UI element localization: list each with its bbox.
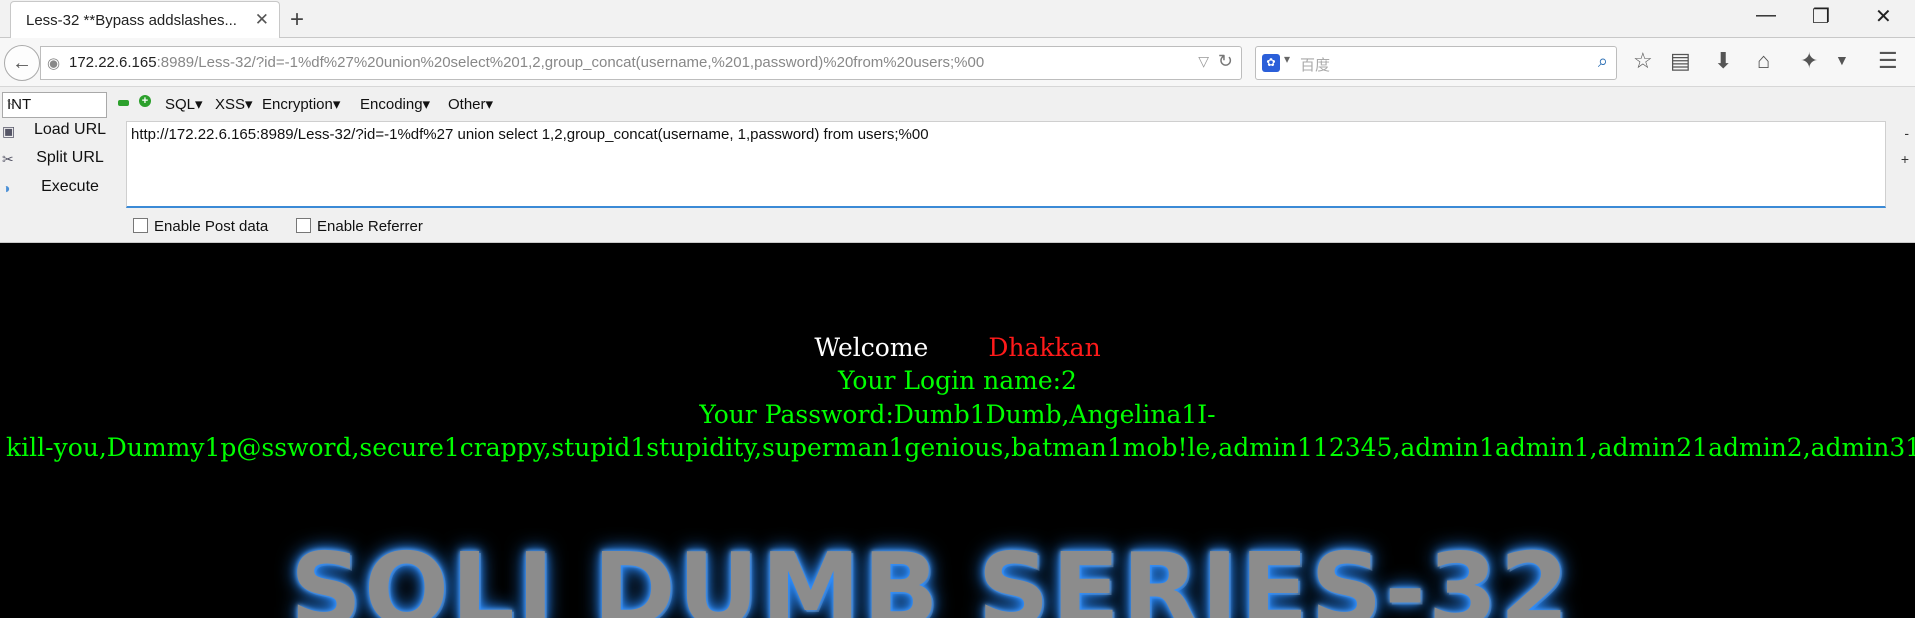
extension-dropdown-icon[interactable]: ▼: [1835, 52, 1849, 68]
username-text: Dhakkan: [988, 333, 1101, 362]
browser-tab[interactable]: Less-32 **Bypass addslashes... ✕: [10, 1, 280, 38]
increase-icon[interactable]: +: [139, 95, 151, 107]
load-url-label: Load URL: [33, 121, 107, 138]
checkbox-box[interactable]: [133, 218, 148, 233]
url-textarea-value: http://172.22.6.165:8989/Less-32/?id=-1%…: [131, 126, 929, 143]
url-path: :8989/Less-32/?id=-1%df%27%20union%20sel…: [156, 54, 985, 71]
login-name-line: Your Login name:2: [838, 366, 1077, 395]
site-info-icon[interactable]: ◉: [47, 54, 60, 72]
enable-referrer-label: Enable Referrer: [317, 218, 423, 235]
hackbar-panel: INT ⌵ + SQL▾ XSS▾ Encryption▾ Encoding▾ …: [0, 87, 1915, 243]
minimize-button[interactable]: —: [1756, 4, 1776, 27]
search-placeholder: 百度: [1300, 57, 1331, 74]
downloads-icon[interactable]: ⬇: [1714, 48, 1732, 74]
navigation-bar: ← ◉ 172.22.6.165:8989/Less-32/?id=-1%df%…: [0, 38, 1915, 87]
enable-referrer-checkbox[interactable]: Enable Referrer: [296, 218, 423, 235]
history-dropdown-icon[interactable]: ▽: [1198, 53, 1209, 70]
shrink-button[interactable]: -: [1904, 125, 1909, 141]
welcome-text: Welcome: [814, 333, 929, 362]
expand-button[interactable]: +: [1901, 151, 1909, 167]
menu-hamburger-icon[interactable]: ☰: [1878, 48, 1898, 74]
url-host: 172.22.6.165: [69, 54, 157, 71]
tab-strip: Less-32 **Bypass addslashes... ✕ + — ❐ ✕: [0, 0, 1915, 38]
address-text[interactable]: 172.22.6.165:8989/Less-32/?id=-1%df%27%2…: [69, 54, 1219, 71]
url-textarea[interactable]: http://172.22.6.165:8989/Less-32/?id=-1%…: [126, 121, 1886, 208]
search-icon[interactable]: ⌕: [1598, 51, 1608, 72]
decrease-icon[interactable]: [118, 100, 129, 106]
extension-icon[interactable]: ✦: [1800, 48, 1818, 74]
split-url-label: Split URL: [36, 149, 104, 166]
window-close-button[interactable]: ✕: [1875, 4, 1892, 29]
home-icon[interactable]: ⌂: [1757, 48, 1770, 74]
tab-title: Less-32 **Bypass addslashes...: [26, 12, 237, 29]
bookmark-star-icon[interactable]: ☆: [1633, 48, 1653, 74]
back-arrow-icon: ←: [12, 51, 32, 74]
search-engine-dropdown-icon[interactable]: ▾: [1284, 52, 1290, 66]
enable-post-label: Enable Post data: [154, 218, 269, 235]
password-line: Your Password:Dumb1Dumb,Angelina1I-: [699, 400, 1216, 429]
series-banner-image: SOLI DUMB SERIES-32: [290, 531, 1572, 618]
welcome-line: Welcome Dhakkan: [0, 333, 1915, 362]
restore-button[interactable]: ❐: [1812, 4, 1830, 29]
reload-icon[interactable]: ↻: [1218, 51, 1233, 72]
chevron-down-icon: ⌵: [7, 94, 17, 108]
enable-post-checkbox[interactable]: Enable Post data: [133, 218, 268, 235]
search-bar[interactable]: ✿ ▾ 百度 ⌕: [1255, 46, 1617, 80]
other-menu[interactable]: Other▾: [448, 95, 493, 113]
execute-label: Execute: [41, 178, 99, 195]
type-select[interactable]: INT ⌵: [2, 92, 107, 118]
back-button[interactable]: ←: [4, 45, 40, 81]
search-engine-icon[interactable]: ✿: [1262, 54, 1280, 72]
reading-list-icon[interactable]: ▤: [1670, 48, 1691, 74]
page-content: Welcome Dhakkan Your Login name:2 Your Pa…: [0, 243, 1915, 618]
encoding-menu[interactable]: Encoding▾: [360, 95, 430, 113]
new-tab-button[interactable]: +: [290, 6, 304, 34]
xss-menu[interactable]: XSS▾: [215, 95, 253, 113]
tab-close-icon[interactable]: ✕: [255, 10, 269, 30]
address-bar[interactable]: ◉ 172.22.6.165:8989/Less-32/?id=-1%df%27…: [40, 46, 1242, 80]
encryption-menu[interactable]: Encryption▾: [262, 95, 340, 113]
password-continuation: kill-you,Dummy1p@ssword,secure1crappy,st…: [6, 433, 1915, 462]
checkbox-box[interactable]: [296, 218, 311, 233]
sql-menu[interactable]: SQL▾: [165, 95, 203, 113]
